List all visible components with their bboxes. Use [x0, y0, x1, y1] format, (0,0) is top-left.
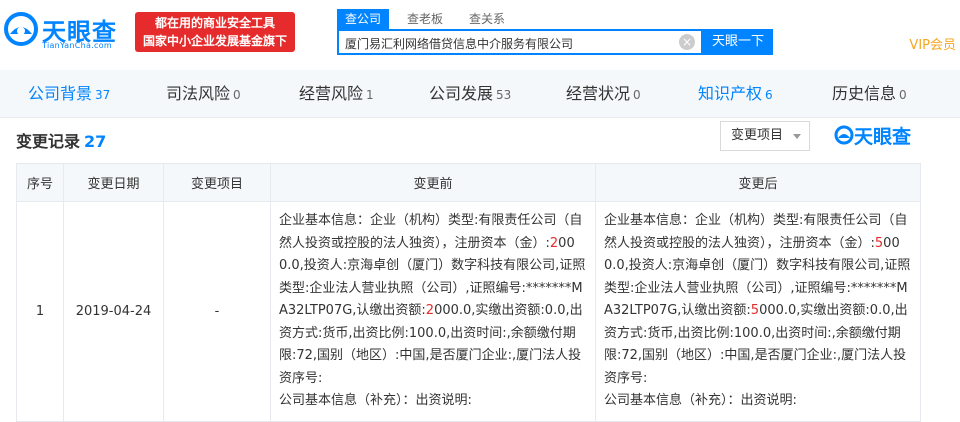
search-box: × — [337, 29, 703, 55]
slogan-line2: 国家中小企业发展基金旗下 — [142, 34, 287, 48]
nav-operating-status[interactable]: 经营状况 0 — [566, 70, 641, 118]
cell-item: - — [163, 201, 271, 422]
nav-count: 53 — [496, 88, 512, 102]
site-header: 天眼查 TianYanCha.com 都在用的商业安全工具 国家中小企业发展基金… — [0, 0, 960, 64]
chevron-down-icon — [793, 134, 801, 139]
search-button[interactable]: 天眼一下 — [703, 29, 773, 55]
after-highlight-1: 5 — [874, 235, 884, 251]
header-date: 变更日期 — [63, 163, 164, 202]
nav-label: 经营风险 — [299, 84, 364, 103]
nav-count: 6 — [765, 88, 773, 102]
nav-label: 司法风险 — [166, 84, 231, 103]
cell-before: 企业基本信息：企业（机构）类型:有限责任公司（自然人投资或控股的法人独资），注册… — [270, 201, 596, 422]
nav-company-background[interactable]: 公司背景 37 — [28, 70, 110, 118]
nav-label: 历史信息 — [832, 84, 897, 103]
nav-company-development[interactable]: 公司发展 53 — [429, 70, 511, 118]
nav-label: 知识产权 — [698, 84, 763, 103]
nav-operating-risk[interactable]: 经营风险 1 — [299, 70, 374, 118]
site-logo[interactable]: 天眼查 TianYanCha.com — [0, 8, 130, 54]
after-text-a: 企业基本信息：企业（机构）类型:有限责任公司（自然人投资或控股的法人独资），注册… — [604, 213, 908, 251]
tab-search-relation[interactable]: 查关系 — [461, 9, 513, 29]
before-text-d: 公司基本信息（补充）：出资说明: — [279, 393, 472, 408]
tab-search-boss[interactable]: 查老板 — [399, 9, 451, 29]
section-title: 变更记录 27 — [16, 128, 106, 152]
filter-label: 变更项目 — [731, 128, 784, 143]
before-highlight-1: 2 — [549, 235, 559, 251]
watermark-text: 天眼查 — [854, 126, 912, 148]
nav-label: 经营状况 — [566, 84, 631, 103]
change-item-filter[interactable]: 变更项目 — [720, 121, 810, 151]
before-text-a: 企业基本信息：企业（机构）类型:有限责任公司（自然人投资或控股的法人独资），注册… — [279, 213, 583, 251]
company-nav: 公司背景 37 司法风险 0 经营风险 1 公司发展 53 经营状况 0 知识产权 6 历史… — [0, 70, 960, 118]
slogan-banner[interactable]: 都在用的商业安全工具 国家中小企业发展基金旗下 — [135, 12, 295, 52]
nav-label: 公司发展 — [429, 84, 494, 103]
header-index: 序号 — [16, 163, 64, 202]
cell-date: 2019-04-24 — [63, 201, 164, 422]
before-highlight-2: 2 — [425, 303, 435, 318]
logo-eye-icon — [4, 12, 38, 46]
tab-search-company[interactable]: 查公司 — [337, 9, 390, 29]
nav-history-info[interactable]: 历史信息 0 — [832, 70, 907, 118]
cell-index: 1 — [16, 201, 64, 422]
section-count: 27 — [84, 132, 107, 151]
logo-domain: TianYanCha.com — [42, 41, 112, 50]
header-item: 变更项目 — [163, 163, 271, 202]
clear-icon[interactable]: × — [679, 34, 695, 50]
nav-count: 0 — [899, 88, 907, 102]
nav-count: 37 — [95, 88, 111, 102]
nav-intellectual-property[interactable]: 知识产权 6 — [698, 70, 773, 118]
nav-count: 1 — [366, 88, 374, 102]
table-row: 1 2019-04-24 - 企业基本信息：企业（机构）类型:有限责任公司（自然… — [16, 201, 921, 422]
nav-label: 公司背景 — [28, 84, 93, 103]
search-tabs: 查公司 查老板 查关系 — [337, 9, 523, 29]
change-record-table: 序号 变更日期 变更项目 变更前 变更后 1 2019-04-24 - 企业基本… — [16, 163, 921, 422]
header-before: 变更前 — [270, 163, 596, 202]
nav-count: 0 — [633, 88, 641, 102]
nav-judicial-risk[interactable]: 司法风险 0 — [166, 70, 241, 118]
header-after: 变更后 — [595, 163, 921, 202]
after-highlight-2: 5 — [750, 303, 760, 318]
after-text-d: 公司基本信息（补充）：出资说明: — [604, 393, 797, 408]
nav-count: 0 — [233, 88, 241, 102]
cell-after: 企业基本信息：企业（机构）类型:有限责任公司（自然人投资或控股的法人独资），注册… — [595, 201, 921, 422]
table-header-row: 序号 变更日期 变更项目 变更前 变更后 — [16, 163, 921, 202]
watermark-eye-icon — [834, 125, 854, 145]
vip-link[interactable]: VIP会员 — [909, 34, 956, 53]
slogan-line1: 都在用的商业安全工具 — [154, 16, 275, 30]
section-title-text: 变更记录 — [16, 132, 81, 151]
search-input[interactable] — [345, 34, 675, 52]
